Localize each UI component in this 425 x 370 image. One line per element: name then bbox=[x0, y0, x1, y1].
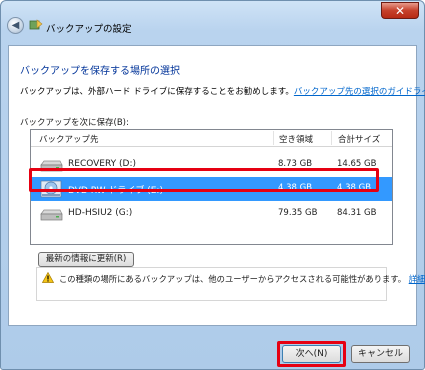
backup-app-icon bbox=[29, 19, 43, 30]
warning-text: この種類の場所にあるバックアップは、他のユーザーからアクセスされる可能性がありま… bbox=[59, 274, 407, 284]
back-arrow-icon: ◀ bbox=[11, 20, 20, 31]
description: バックアップは、外部ハード ドライブに保存することをお勧めします。バックアップ先… bbox=[20, 85, 425, 97]
next-highlight-frame bbox=[277, 341, 346, 367]
close-button[interactable]: ✕ bbox=[381, 2, 419, 19]
total-size: 84.31 GB bbox=[337, 208, 377, 218]
drive-name: HD-HSIU2 (G:) bbox=[68, 208, 133, 218]
warning-icon bbox=[42, 272, 54, 283]
free-space: 79.35 GB bbox=[278, 208, 318, 218]
save-to-label: バックアップを次に保存(B): bbox=[20, 118, 129, 128]
selection-highlight-frame bbox=[29, 168, 379, 192]
column-destination[interactable]: バックアップ先 bbox=[39, 133, 99, 145]
description-text: バックアップは、外部ハード ドライブに保存することをお勧めします。 bbox=[20, 87, 294, 97]
column-free-space[interactable]: 空き領域 bbox=[279, 133, 313, 145]
page-title: バックアップを保存する場所の選択 bbox=[20, 66, 180, 77]
refresh-button[interactable]: 最新の情報に更新(R) bbox=[38, 252, 134, 267]
hard-drive-icon bbox=[40, 209, 63, 221]
list-header: バックアップ先 空き領域 合計サイズ bbox=[31, 130, 392, 147]
back-button[interactable]: ◀ bbox=[7, 17, 24, 34]
close-icon: ✕ bbox=[394, 3, 406, 18]
warning-message: この種類の場所にあるバックアップは、他のユーザーからアクセスされる可能性がありま… bbox=[59, 273, 425, 285]
more-info-link[interactable]: 詳細情報 bbox=[409, 274, 425, 284]
column-divider bbox=[331, 131, 332, 145]
title-bar: ◀ バックアップの設定 ✕ bbox=[1, 1, 424, 37]
warning-box: この種類の場所にあるバックアップは、他のユーザーからアクセスされる可能性がありま… bbox=[36, 267, 425, 301]
backup-settings-window: ◀ バックアップの設定 ✕ バックアップを保存する場所の選択 バックアップは、外… bbox=[0, 0, 425, 370]
column-total-size[interactable]: 合計サイズ bbox=[338, 133, 380, 145]
cancel-button[interactable]: キャンセル bbox=[351, 345, 410, 363]
guide-link[interactable]: バックアップ先の選択のガイドライン bbox=[294, 87, 425, 97]
list-item[interactable]: HD-HSIU2 (G:) 79.35 GB 84.31 GB bbox=[31, 202, 392, 226]
window-title: バックアップの設定 bbox=[46, 24, 132, 35]
column-divider bbox=[273, 131, 274, 145]
